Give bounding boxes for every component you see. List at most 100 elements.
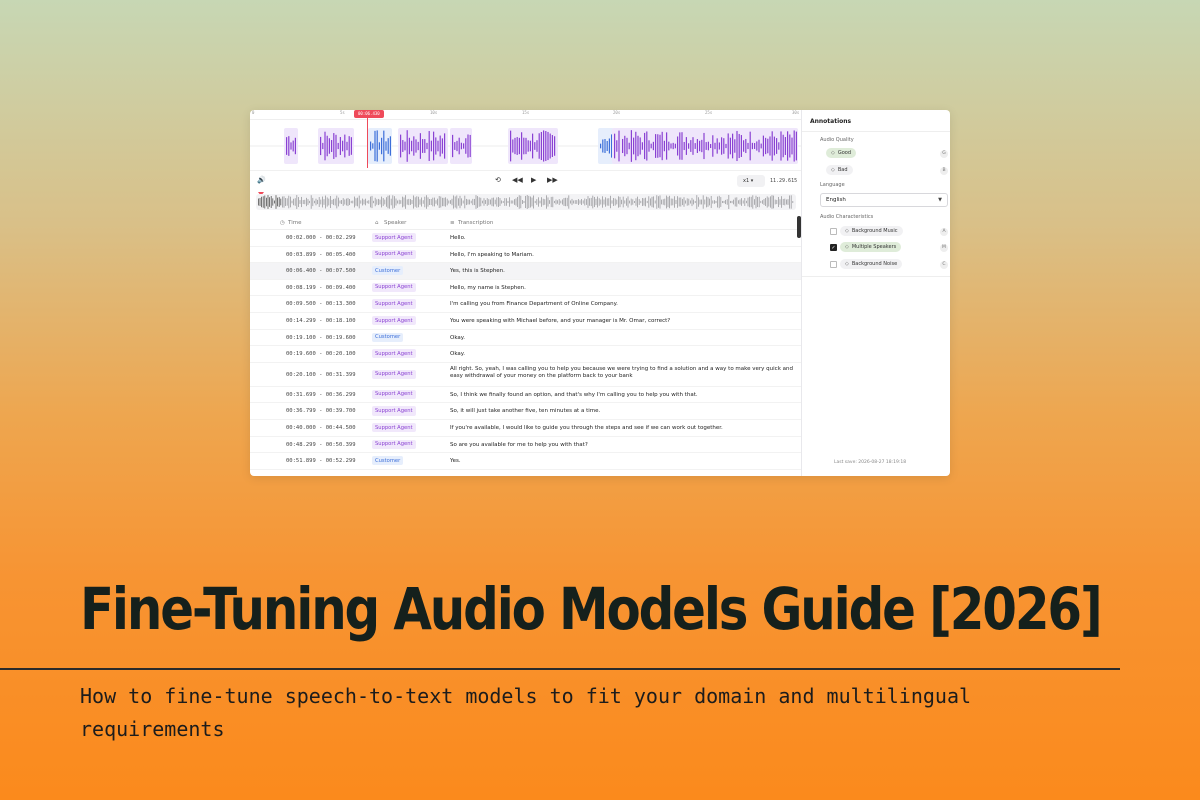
playhead-time-label[interactable]: 00:06.430: [354, 110, 384, 118]
characteristic-background-noise[interactable]: ◇ Background Noise: [840, 259, 903, 269]
row-time: 00:06.400 - 00:07.500: [286, 268, 356, 275]
speaker-badge[interactable]: Support Agent: [372, 282, 416, 292]
overview-bar: [486, 198, 488, 206]
row-transcription[interactable]: Hello, my name is Stephen.: [450, 285, 795, 292]
table-row[interactable]: 00:09.500 - 00:13.300 Support Agent I'm ca…: [250, 296, 801, 313]
table-row[interactable]: 00:03.899 - 00:05.400 Support Agent Hello,…: [250, 247, 801, 264]
waveform[interactable]: [250, 122, 801, 170]
row-transcription[interactable]: I'm calling you from Finance Department …: [450, 301, 795, 308]
row-transcription[interactable]: Yes.: [450, 458, 795, 465]
overview-waveform[interactable]: [256, 194, 796, 210]
table-row[interactable]: 00:31.699 - 00:36.299 Support Agent So, I …: [250, 387, 801, 404]
overview-bar: [749, 196, 750, 208]
overview-bar: [262, 196, 264, 208]
rewind-icon[interactable]: ◀◀: [512, 176, 523, 184]
overview-bar: [771, 195, 773, 209]
overview-bar: [390, 198, 392, 206]
speaker-badge[interactable]: Support Agent: [372, 315, 416, 326]
column-header-speaker[interactable]: Speaker: [384, 220, 406, 226]
characteristic-background-music[interactable]: ◇ Background Music: [840, 226, 903, 236]
column-header-transcription[interactable]: Transcription: [458, 220, 493, 226]
overview-bar: [285, 197, 286, 207]
row-transcription[interactable]: Okay.: [450, 351, 795, 358]
table-row[interactable]: 00:48.299 - 00:50.399 Support Agent So are…: [250, 437, 801, 454]
overview-bar: [709, 198, 710, 206]
waveform-bar: [389, 136, 391, 156]
speaker-badge[interactable]: Support Agent: [372, 389, 416, 399]
background-music-checkbox[interactable]: [830, 228, 837, 235]
row-transcription[interactable]: So are you available for me to help you …: [450, 442, 795, 449]
overview-bar: [632, 199, 634, 205]
speaker-badge[interactable]: Customer: [372, 456, 404, 466]
table-row[interactable]: 00:08.199 - 00:09.400 Support Agent Hello,…: [250, 280, 801, 297]
speaker-badge[interactable]: Customer: [372, 332, 404, 342]
volume-icon[interactable]: 🔊: [257, 176, 266, 184]
row-transcription[interactable]: Hello.: [450, 235, 795, 242]
row-transcription[interactable]: Yes, this is Stephen.: [450, 268, 795, 275]
quality-option-bad[interactable]: ◇ Bad: [826, 165, 853, 175]
multiple-speakers-checkbox[interactable]: ✓: [830, 244, 837, 251]
table-row[interactable]: 00:02.000 - 00:02.299 Support Agent Hello.: [250, 230, 801, 247]
overview-bar: [392, 195, 394, 209]
overview-bar: [552, 196, 554, 208]
characteristic-multiple-speakers[interactable]: ◇ Multiple Speakers: [840, 242, 902, 252]
waveform-bar: [688, 143, 690, 149]
page-subtitle: How to fine-tune speech-to-text models t…: [80, 684, 972, 741]
overview-bar: [403, 197, 405, 207]
table-row[interactable]: 00:19.100 - 00:19.600 Customer Okay.: [250, 330, 801, 347]
overview-bar: [646, 200, 648, 204]
table-row[interactable]: 00:19.600 - 00:20.100 Support Agent Okay.: [250, 346, 801, 363]
speaker-badge[interactable]: Support Agent: [372, 439, 416, 449]
table-row[interactable]: 00:06.400 - 00:07.500 Customer Yes, this i…: [250, 263, 801, 280]
table-row[interactable]: 00:36.799 - 00:39.700 Support Agent So, it…: [250, 403, 801, 420]
shortcut-key: M: [940, 244, 948, 252]
waveform-bar: [534, 142, 536, 150]
row-transcription[interactable]: Okay.: [450, 335, 795, 342]
table-row[interactable]: 00:20.100 - 00:31.399 Support Agent All ri…: [250, 363, 801, 387]
quality-option-good[interactable]: ◇ Good: [826, 148, 857, 158]
overview-bar: [656, 195, 658, 209]
speaker-badge[interactable]: Support Agent: [372, 422, 416, 433]
speaker-badge[interactable]: Support Agent: [372, 349, 416, 359]
row-time: 00:19.600 - 00:20.100: [286, 351, 356, 358]
overview-bar: [466, 198, 467, 206]
waveform-bar: [725, 143, 727, 149]
loop-icon[interactable]: ⟲: [495, 176, 501, 184]
overview-bar: [472, 198, 474, 206]
table-row[interactable]: 00:51.899 - 00:52.299 Customer Yes.: [250, 453, 801, 470]
row-transcription[interactable]: So, I think we finally found an option, …: [450, 392, 795, 399]
overview-bar: [747, 197, 749, 207]
overview-bar: [395, 198, 397, 206]
column-header-time[interactable]: Time: [288, 220, 301, 226]
overview-bar: [614, 198, 616, 206]
play-icon[interactable]: ▶: [531, 176, 536, 184]
table-row[interactable]: 00:14.299 - 00:18.100 Support Agent You we…: [250, 313, 801, 330]
language-select[interactable]: English ▼: [820, 193, 948, 207]
speaker-badge[interactable]: Support Agent: [372, 249, 416, 259]
row-transcription[interactable]: If you're available, I would like to gui…: [450, 425, 795, 432]
table-row[interactable]: 00:40.000 - 00:44.500 Support Agent If you…: [250, 420, 801, 437]
speed-value: x1: [743, 178, 750, 184]
speaker-badge[interactable]: Customer: [372, 266, 404, 276]
speaker-badge[interactable]: Support Agent: [372, 299, 416, 309]
row-transcription[interactable]: So, it will just take another five, ten …: [450, 408, 795, 415]
playback-speed-select[interactable]: x1 ▾: [737, 175, 765, 187]
fast-forward-icon[interactable]: ▶▶: [547, 176, 558, 184]
speaker-badge[interactable]: Support Agent: [372, 233, 416, 243]
waveform-bar: [683, 141, 685, 151]
overview-bar: [746, 200, 747, 204]
overview-bar: [666, 195, 667, 209]
row-time: 00:48.299 - 00:50.399: [286, 441, 356, 448]
row-transcription[interactable]: All right. So, yeah, I was calling you t…: [450, 366, 795, 381]
waveform-bar: [385, 141, 387, 151]
overview-bar: [272, 198, 274, 206]
speaker-badge[interactable]: Support Agent: [372, 406, 416, 416]
waveform-bar: [413, 136, 415, 156]
row-transcription[interactable]: Hello, I'm speaking to Mariam.: [450, 252, 795, 259]
table-header: ◷ Time ⌂ Speaker ≡ Transcription: [250, 216, 801, 230]
background-noise-checkbox[interactable]: [830, 261, 837, 268]
speaker-badge[interactable]: Support Agent: [372, 369, 416, 379]
row-transcription[interactable]: You were speaking with Michael before, a…: [450, 318, 795, 325]
playhead-line[interactable]: [367, 118, 368, 168]
overview-bar: [675, 199, 677, 205]
